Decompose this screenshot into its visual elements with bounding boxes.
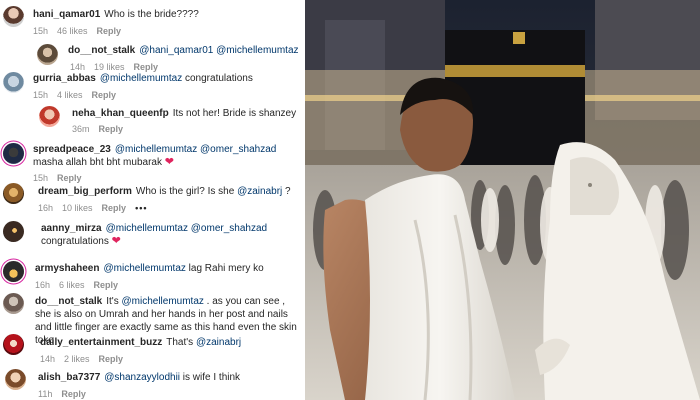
- reply-button[interactable]: Reply: [102, 203, 127, 213]
- comment-text: dream_big_perform Who is the girl? Is she…: [38, 185, 300, 198]
- comment-text: do__not_stalk @hani_qamar01 @michellemumt…: [68, 44, 302, 57]
- comment-username[interactable]: armyshaheen: [35, 263, 99, 274]
- avatar[interactable]: [5, 369, 26, 390]
- comment-body: That's: [166, 337, 196, 348]
- comment-text: spreadpeace_23 @michellemumtaz @omer_shah…: [33, 143, 298, 169]
- mention-link[interactable]: @michellemumtaz: [115, 144, 197, 155]
- comment-body: Its not her! Bride is shanzey: [172, 108, 297, 119]
- reply-button[interactable]: Reply: [99, 124, 124, 134]
- mention-link[interactable]: @shanzayylodhii: [104, 372, 180, 383]
- comment-text: gurria_abbas @michellemumtaz congratulati…: [33, 72, 298, 85]
- reply-button[interactable]: Reply: [99, 354, 124, 364]
- mention-link[interactable]: @michellemumtaz: [106, 223, 188, 234]
- comment-body: Who is the bride????: [104, 9, 199, 20]
- heart-emoji-icon: ❤: [164, 156, 174, 168]
- comment-username[interactable]: gurria_abbas: [33, 73, 96, 84]
- reply-button[interactable]: Reply: [97, 26, 122, 36]
- mention-link[interactable]: @michellemumtaz: [122, 296, 204, 307]
- mention-link[interactable]: @hani_qamar01: [139, 45, 213, 56]
- avatar[interactable]: [39, 106, 60, 127]
- comment-likes[interactable]: 2 likes: [64, 354, 90, 364]
- comment-text: neha_khan_queenfp Its not her! Bride is s…: [72, 107, 302, 120]
- comment-likes[interactable]: 6 likes: [59, 280, 85, 290]
- comment-body: masha allah bht bht mubarak: [33, 157, 165, 168]
- avatar[interactable]: [3, 261, 24, 282]
- mention-link[interactable]: @omer_shahzad: [200, 144, 276, 155]
- comment-username[interactable]: do__not_stalk: [68, 45, 135, 56]
- avatar[interactable]: [3, 334, 24, 355]
- comment-time: 14h: [70, 62, 86, 72]
- mention-link[interactable]: @michellemumtaz: [100, 73, 182, 84]
- avatar[interactable]: [3, 293, 24, 314]
- comment-time: 36m: [72, 124, 90, 134]
- comment-time: 16h: [35, 280, 51, 290]
- comment-body: Who is the girl? Is she: [135, 186, 238, 197]
- comment-meta: 15h Reply: [33, 173, 91, 184]
- mention-link[interactable]: @michellemumtaz: [216, 45, 298, 56]
- comment-body: congratulations: [182, 73, 253, 84]
- comment-text: aanny_mirza @michellemumtaz @omer_shahzad…: [41, 222, 301, 248]
- comment-time: 15h: [33, 173, 49, 183]
- comment-text: hani_qamar01 Who is the bride????: [33, 8, 298, 21]
- comment-text: armyshaheen @michellemumtaz lag Rahi mery…: [35, 262, 300, 275]
- comment-username[interactable]: daily_entertainment_buzz: [40, 337, 162, 348]
- comment-body: is wife I think: [180, 372, 241, 383]
- avatar[interactable]: [3, 6, 24, 27]
- comment-body: congratulations: [41, 236, 112, 247]
- reply-button[interactable]: Reply: [94, 280, 119, 290]
- mention-link[interactable]: @zainabrj: [237, 186, 282, 197]
- comment-meta: 15h 4 likes Reply: [33, 90, 125, 101]
- mention-link[interactable]: @omer_shahzad: [191, 223, 267, 234]
- heart-emoji-icon: ❤: [111, 235, 121, 247]
- comment-meta: 36m Reply: [72, 124, 132, 135]
- avatar[interactable]: [3, 221, 24, 242]
- comment-text: daily_entertainment_buzz That's @zainabrj: [40, 336, 302, 349]
- avatar[interactable]: [37, 44, 58, 65]
- comment-time: 16h: [38, 203, 54, 213]
- comment-meta: 16h 6 likes Reply: [35, 280, 127, 291]
- mention-link[interactable]: @zainabrj: [196, 337, 241, 348]
- more-options-icon[interactable]: •••: [135, 203, 147, 213]
- comment-time: 15h: [33, 90, 49, 100]
- comment-time: 15h: [33, 26, 49, 36]
- comment-meta: 15h 46 likes Reply: [33, 26, 130, 37]
- avatar[interactable]: [3, 72, 24, 93]
- mention-link[interactable]: @michellemumtaz: [103, 263, 185, 274]
- comment-body: ?: [282, 186, 291, 197]
- post-photo: [305, 0, 700, 400]
- comment-likes[interactable]: 10 likes: [62, 203, 93, 213]
- comment-meta: 16h 10 likes Reply •••: [38, 203, 157, 214]
- comment-meta: 14h 2 likes Reply: [40, 354, 132, 365]
- comment-username[interactable]: dream_big_perform: [38, 186, 132, 197]
- comment-body: It's: [106, 296, 122, 307]
- comment-username[interactable]: hani_qamar01: [33, 9, 100, 20]
- comment-meta: 11h Reply: [38, 389, 95, 400]
- avatar[interactable]: [3, 183, 24, 204]
- photo-illustration: [305, 0, 700, 400]
- comment-body: lag Rahi mery ko: [185, 263, 264, 274]
- comment-username[interactable]: alish_ba7377: [38, 372, 100, 383]
- reply-button[interactable]: Reply: [92, 90, 117, 100]
- comment-text: alish_ba7377 @shanzayylodhii is wife I th…: [38, 371, 300, 384]
- avatar[interactable]: [3, 143, 24, 164]
- comment-username[interactable]: spreadpeace_23: [33, 144, 111, 155]
- comment-username[interactable]: do__not_stalk: [35, 296, 102, 307]
- comment-time: 14h: [40, 354, 56, 364]
- comment-likes[interactable]: 4 likes: [57, 90, 83, 100]
- comment-time: 11h: [38, 389, 53, 399]
- reply-button[interactable]: Reply: [57, 173, 82, 183]
- comment-likes[interactable]: 46 likes: [57, 26, 88, 36]
- comment-username[interactable]: aanny_mirza: [41, 223, 102, 234]
- comment-likes[interactable]: 19 likes: [94, 62, 125, 72]
- comment-username[interactable]: neha_khan_queenfp: [72, 108, 169, 119]
- reply-button[interactable]: Reply: [61, 389, 86, 399]
- reply-button[interactable]: Reply: [134, 62, 159, 72]
- comments-panel: hani_qamar01 Who is the bride???? 15h 46 l…: [0, 0, 305, 400]
